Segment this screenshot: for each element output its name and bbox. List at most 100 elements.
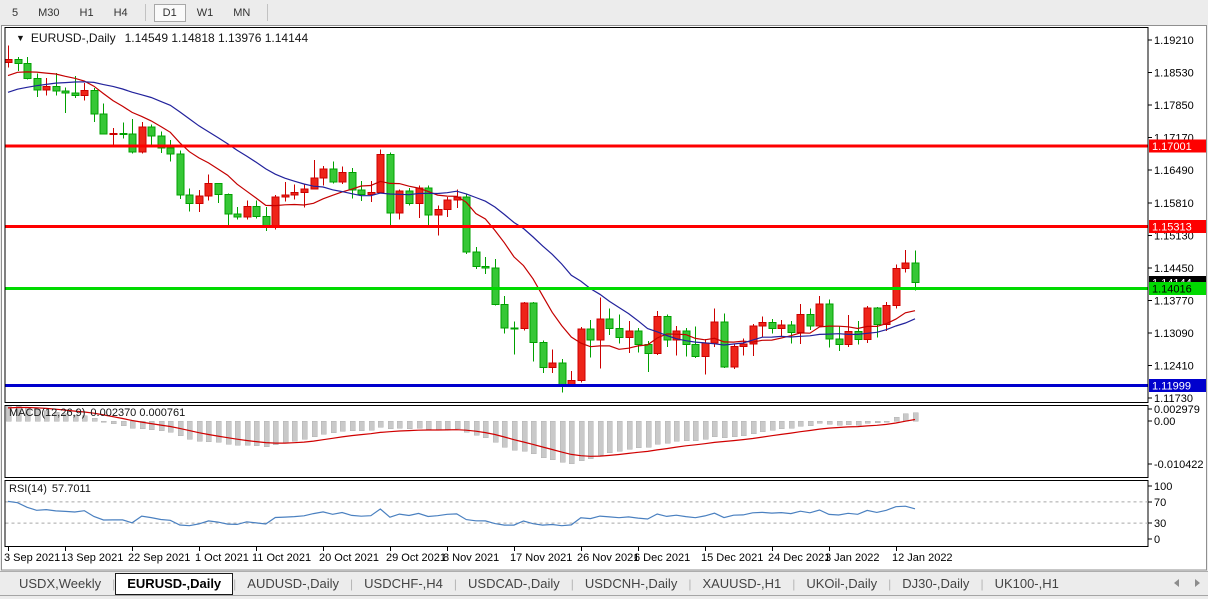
macd-bar (808, 421, 813, 426)
price-tick-label: 1.12410 (1154, 361, 1194, 373)
macd-bar (407, 421, 412, 429)
macd-bar (369, 421, 374, 430)
macd-bar (541, 421, 546, 458)
timeframe-button-5[interactable]: 5 (3, 4, 27, 22)
macd-bar (693, 421, 698, 441)
rsi-panel[interactable] (5, 481, 1148, 547)
macd-bar (245, 421, 250, 445)
macd-bar (483, 421, 488, 438)
chart-tab-ukoil-daily[interactable]: UKOil-,Daily (795, 573, 888, 595)
macd-bar (875, 421, 880, 423)
timeframe-button-m30[interactable]: M30 (29, 4, 68, 22)
chart-symbol-label: EURUSD-,Daily (31, 31, 116, 45)
toolbar-separator (267, 4, 268, 21)
timeframe-button-h4[interactable]: H4 (105, 4, 137, 22)
macd-bar (665, 421, 670, 443)
macd-bar (283, 421, 288, 443)
timeframe-button-w1[interactable]: W1 (188, 4, 223, 22)
date-tick-label: 1 Oct 2021 (195, 552, 249, 564)
macd-bar (722, 421, 727, 438)
macd-bar (903, 414, 908, 421)
macd-bar (388, 421, 393, 429)
macd-values: 0.002370 0.000761 (90, 407, 185, 419)
macd-bar (235, 421, 240, 445)
macd-bar (397, 421, 402, 428)
chart-tab-usdchf-h4[interactable]: USDCHF-,H4 (353, 573, 454, 595)
one-click-trading-icon[interactable]: ▼ (16, 33, 25, 43)
chart-canvas[interactable]: 1.192101.185301.178501.171701.164901.158… (0, 0, 1208, 571)
rsi-tick-label: 70 (1154, 497, 1166, 509)
price-tick-label: 1.16490 (1154, 165, 1194, 177)
date-tick-label: 22 Sep 2021 (128, 552, 190, 564)
macd-bar (378, 421, 383, 427)
macd-bar (350, 421, 355, 431)
svg-text:1.17001: 1.17001 (1152, 141, 1192, 153)
macd-bar (636, 421, 641, 448)
svg-text:1.11999: 1.11999 (1152, 380, 1191, 392)
macd-bar (674, 421, 679, 441)
date-tick-label: 8 Nov 2021 (443, 552, 499, 564)
macd-bar (817, 421, 822, 423)
candle (463, 195, 470, 254)
macd-bar (111, 421, 116, 424)
macd-bar (579, 421, 584, 461)
main-chart-panel[interactable] (5, 28, 1148, 403)
macd-bar (455, 421, 460, 429)
chart-tab-usdx-weekly[interactable]: USDX,Weekly (8, 573, 112, 595)
macd-bar (712, 421, 717, 437)
chart-tab-uk100-h1[interactable]: UK100-,H1 (984, 573, 1070, 595)
date-tick-label: 24 Dec 2021 (768, 552, 830, 564)
macd-bar (865, 421, 870, 423)
macd-bar (130, 421, 135, 428)
tabs-scroll-left-icon[interactable] (1174, 579, 1179, 587)
macd-bar (741, 421, 746, 436)
candle (377, 150, 384, 193)
date-tick-label: 3 Sep 2021 (4, 552, 60, 564)
macd-bar (884, 421, 889, 422)
rsi-tick-label: 0 (1154, 534, 1160, 546)
macd-bar (426, 421, 431, 429)
price-tick-label: 1.14450 (1154, 263, 1194, 275)
chart-tab-xauusd-h1[interactable]: XAUUSD-,H1 (691, 573, 792, 595)
chart-tab-dj30-daily[interactable]: DJ30-,Daily (891, 573, 980, 595)
macd-bar (206, 421, 211, 442)
chart-tab-eurusd-daily[interactable]: EURUSD-,Daily (115, 573, 233, 595)
hline-label-1.15313: 1.15313 (1149, 220, 1206, 234)
chart-tab-audusd-daily[interactable]: AUDUSD-,Daily (236, 573, 350, 595)
candle (521, 302, 528, 331)
date-tick-label: 12 Jan 2022 (892, 552, 953, 564)
macd-bar (789, 421, 794, 428)
mt4-window: 5M30H1H4D1W1MN 1.192101.185301.178501.17… (0, 0, 1208, 599)
candle (864, 306, 871, 343)
macd-bar (121, 421, 126, 426)
macd-bar (502, 421, 507, 447)
macd-name: MACD(12,26,9) (9, 407, 85, 419)
macd-bar (149, 421, 154, 430)
macd-bar (751, 421, 756, 434)
timeframe-button-mn[interactable]: MN (224, 4, 259, 22)
macd-bar (531, 421, 536, 454)
date-tick-label: 11 Oct 2021 (252, 552, 311, 564)
macd-bar (445, 421, 450, 429)
date-tick-label: 20 Oct 2021 (319, 552, 379, 564)
macd-bar (703, 421, 708, 439)
candle (406, 188, 413, 206)
timeframe-button-h1[interactable]: H1 (71, 4, 103, 22)
timeframe-button-d1[interactable]: D1 (154, 4, 186, 22)
macd-bar (512, 421, 517, 450)
chart-tab-usdcad-daily[interactable]: USDCAD-,Daily (457, 573, 571, 595)
chart-tabs: USDX,Weekly|EURUSD-,Daily|AUDUSD-,Daily|… (0, 572, 1208, 596)
date-tick-label: 29 Oct 2021 (386, 552, 446, 564)
candle (272, 195, 279, 229)
macd-bar (474, 421, 479, 435)
price-tick-label: 1.13090 (1154, 328, 1194, 340)
rsi-indicator-label: RSI(14)57.7011 (9, 483, 91, 495)
chart-tab-usdcnh-daily[interactable]: USDCNH-,Daily (574, 573, 688, 595)
macd-bar (560, 421, 565, 462)
date-tick-label: 15 Dec 2021 (701, 552, 763, 564)
tabs-scroll-right-icon[interactable] (1195, 579, 1200, 587)
macd-bar (856, 421, 861, 425)
toolbar-separator (145, 4, 146, 21)
chart-title: ▼EURUSD-,Daily1.14549 1.14818 1.13976 1.… (16, 31, 308, 45)
price-tick-label: 1.17850 (1154, 100, 1194, 112)
